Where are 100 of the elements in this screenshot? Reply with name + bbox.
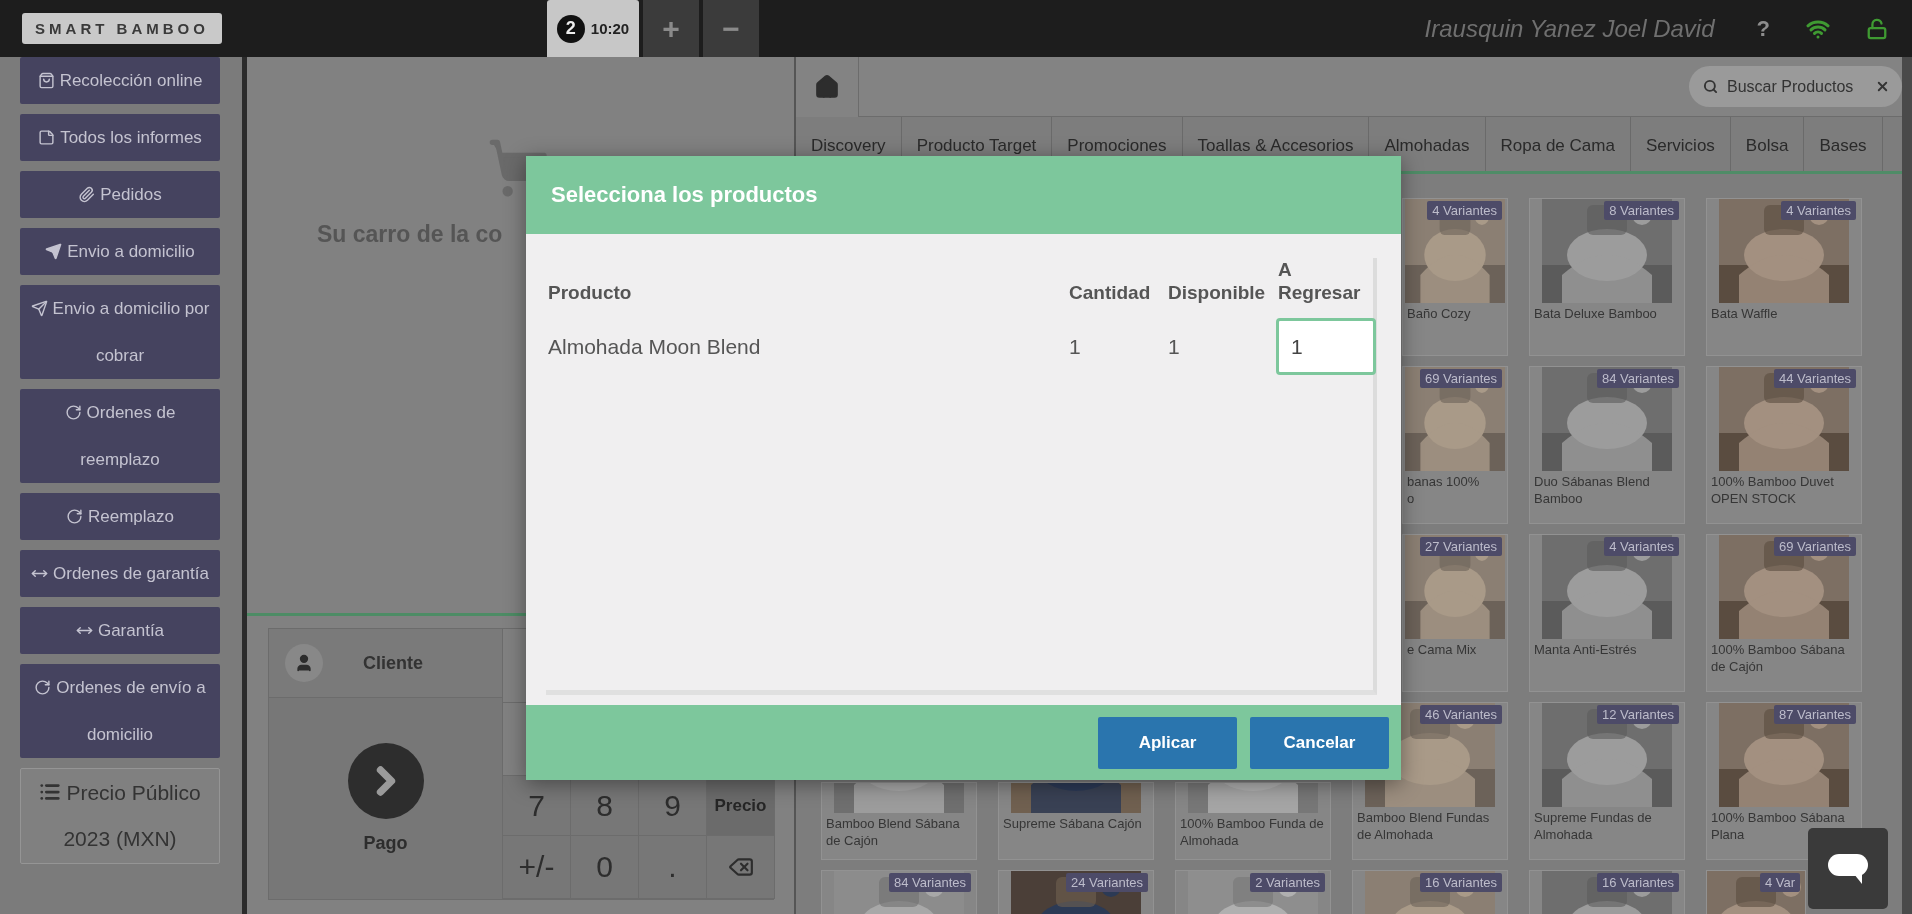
product-card[interactable]: 8 Variantes Bata Deluxe Bamboo bbox=[1529, 198, 1685, 356]
user-name: Irausquin Yanez Joel David bbox=[1424, 14, 1715, 43]
remove-order-button[interactable]: − bbox=[703, 0, 759, 57]
variant-count: 16 Variantes bbox=[1419, 873, 1502, 892]
variant-count: 12 Variantes bbox=[1596, 705, 1679, 724]
search-field[interactable]: Buscar Productos bbox=[1689, 66, 1902, 107]
product-name: Bata Waffle bbox=[1710, 305, 1779, 322]
home-icon bbox=[814, 73, 840, 100]
product-name: Duo Sábanas Blend Bamboo bbox=[1533, 473, 1651, 507]
product-card[interactable]: 4 Variantes Manta Anti-Estrés bbox=[1529, 534, 1685, 692]
variant-count: 4 Variantes bbox=[1604, 537, 1679, 556]
customer-button[interactable]: Cliente bbox=[269, 629, 502, 698]
variant-count: 27 Variantes bbox=[1419, 537, 1502, 556]
pay-button[interactable]: Pago bbox=[269, 698, 502, 899]
variant-count: 87 Variantes bbox=[1773, 705, 1856, 724]
product-name: Manta Anti-Estrés bbox=[1533, 641, 1638, 658]
rotate-icon bbox=[34, 679, 52, 696]
variant-count: 8 Variantes bbox=[1604, 201, 1679, 220]
list-icon bbox=[39, 781, 62, 803]
product-card[interactable]: 16 Variantes bbox=[1529, 870, 1685, 914]
table-cell-text: Almohada Moon Blend bbox=[547, 334, 762, 359]
paper-plane-icon bbox=[45, 243, 63, 260]
product-card[interactable]: 2 Variantes bbox=[1175, 870, 1331, 914]
product-card[interactable]: 84 Variantes Duo Sábanas Blend Bamboo bbox=[1529, 366, 1685, 524]
return-quantity-field[interactable]: 1 bbox=[1276, 318, 1376, 375]
clear-icon[interactable] bbox=[1875, 79, 1890, 94]
sidebar-button[interactable]: Pedidos bbox=[20, 171, 220, 218]
product-name: Bamboo Blend Sábana de Cajón bbox=[825, 815, 961, 849]
variant-count: 4 Var bbox=[1759, 873, 1800, 892]
variant-count: 16 Variantes bbox=[1596, 873, 1679, 892]
product-card[interactable]: 4 Variantes Baño Cozy bbox=[1402, 198, 1508, 356]
sidebar-button[interactable]: Envio a domicilio por cobrar bbox=[20, 285, 220, 379]
product-card[interactable]: 87 Variantes 100% Bamboo Sábana Plana bbox=[1706, 702, 1862, 860]
product-card[interactable]: 69 Variantes 100% Bamboo Sábana de Cajón bbox=[1706, 534, 1862, 692]
product-name: Supreme Fundas de Almohada bbox=[1533, 809, 1653, 843]
product-name: e Cama Mix bbox=[1406, 641, 1478, 658]
sidebar-button[interactable]: Ordenes de garantía bbox=[20, 550, 220, 597]
variant-count: 69 Variantes bbox=[1419, 369, 1502, 388]
bag-icon bbox=[37, 72, 55, 89]
variant-count: 2 Variantes bbox=[1250, 873, 1325, 892]
paper-plane-icon bbox=[30, 300, 48, 317]
person-icon bbox=[294, 653, 314, 673]
product-card[interactable]: 16 Variantes bbox=[1352, 870, 1508, 914]
numpad-key[interactable]: . bbox=[639, 836, 707, 899]
variant-count: 4 Variantes bbox=[1427, 201, 1502, 220]
product-card[interactable]: 12 Variantes Supreme Fundas de Almohada bbox=[1529, 702, 1685, 860]
product-card[interactable]: Bamboo Blend Sábana de Cajón bbox=[821, 782, 977, 860]
add-order-button[interactable]: + bbox=[643, 0, 699, 57]
chat-button[interactable] bbox=[1808, 828, 1888, 909]
sidebar-button[interactable]: Recolección online bbox=[20, 57, 220, 104]
product-card[interactable]: 100% Bamboo Funda de Almohada bbox=[1175, 782, 1331, 860]
variant-count: 44 Variantes bbox=[1773, 369, 1856, 388]
sidebar-button[interactable]: Envio a domicilio bbox=[20, 228, 220, 275]
column-header: Producto bbox=[547, 281, 633, 305]
table-cell-text: 1 bbox=[1068, 334, 1082, 359]
variant-count: 69 Variantes bbox=[1773, 537, 1856, 556]
help-button[interactable]: ? bbox=[1756, 15, 1770, 42]
column-header: Disponible bbox=[1167, 281, 1267, 305]
search-icon bbox=[1703, 79, 1718, 94]
sidebar-button[interactable]: Garantía bbox=[20, 607, 220, 654]
sidebar-button[interactable]: Ordenes de envío a domicilio bbox=[20, 664, 220, 758]
chat-icon bbox=[1828, 851, 1868, 886]
column-header: A Regresar bbox=[1277, 258, 1362, 305]
order-number: 2 bbox=[556, 14, 585, 43]
product-card[interactable]: 27 Variantes e Cama Mix bbox=[1402, 534, 1508, 692]
product-card[interactable]: 69 Variantes banas 100% o bbox=[1402, 366, 1508, 524]
numpad-key[interactable]: 7 bbox=[503, 776, 571, 836]
product-name: 100% Bamboo Duvet OPEN STOCK bbox=[1710, 473, 1835, 507]
product-card[interactable]: 44 Variantes 100% Bamboo Duvet OPEN STOCK bbox=[1706, 366, 1862, 524]
cancel-button[interactable]: Cancelar bbox=[1250, 716, 1389, 769]
numpad-key[interactable]: +/- bbox=[503, 836, 571, 899]
sidebar-button[interactable]: Ordenes de reemplazo bbox=[20, 389, 220, 483]
table-cell-text: 1 bbox=[1167, 334, 1181, 359]
unlocked-icon[interactable] bbox=[1866, 17, 1888, 40]
sidebar-button[interactable]: Reemplazo bbox=[20, 493, 220, 540]
product-name: Supreme Sábana Cajón bbox=[1002, 815, 1143, 832]
product-name: 100% Bamboo Sábana Plana bbox=[1710, 809, 1846, 843]
price-list-selector[interactable]: Precio Público 2023 (MXN) bbox=[20, 768, 220, 864]
variant-count: 84 Variantes bbox=[888, 873, 971, 892]
sidebar-button[interactable]: Todos los informes bbox=[20, 114, 220, 161]
product-name: 100% Bamboo Sábana de Cajón bbox=[1710, 641, 1846, 675]
product-card[interactable]: 4 Var bbox=[1706, 870, 1806, 914]
rotate-icon bbox=[66, 508, 83, 525]
order-time: 10:20 bbox=[590, 20, 630, 37]
product-card[interactable]: 4 Variantes Bata Waffle bbox=[1706, 198, 1862, 356]
apply-button[interactable]: Aplicar bbox=[1098, 716, 1237, 769]
product-card[interactable]: 84 Variantes bbox=[821, 870, 977, 914]
note-icon bbox=[38, 129, 56, 146]
variant-count: 46 Variantes bbox=[1419, 705, 1502, 724]
home-button[interactable] bbox=[796, 56, 859, 117]
product-card[interactable]: Supreme Sábana Cajón bbox=[998, 782, 1154, 860]
product-card[interactable]: 24 Variantes bbox=[998, 870, 1154, 914]
numpad-key[interactable]: 0 bbox=[571, 836, 639, 899]
product-name: Baño Cozy bbox=[1406, 305, 1472, 322]
backspace-key[interactable] bbox=[707, 836, 775, 899]
variant-count: 4 Variantes bbox=[1781, 201, 1856, 220]
dialog-title: Selecciona los productos bbox=[551, 182, 818, 208]
variant-count: 24 Variantes bbox=[1065, 873, 1148, 892]
rotate-icon bbox=[64, 404, 82, 421]
order-tab[interactable]: 2 10:20 bbox=[547, 0, 639, 57]
